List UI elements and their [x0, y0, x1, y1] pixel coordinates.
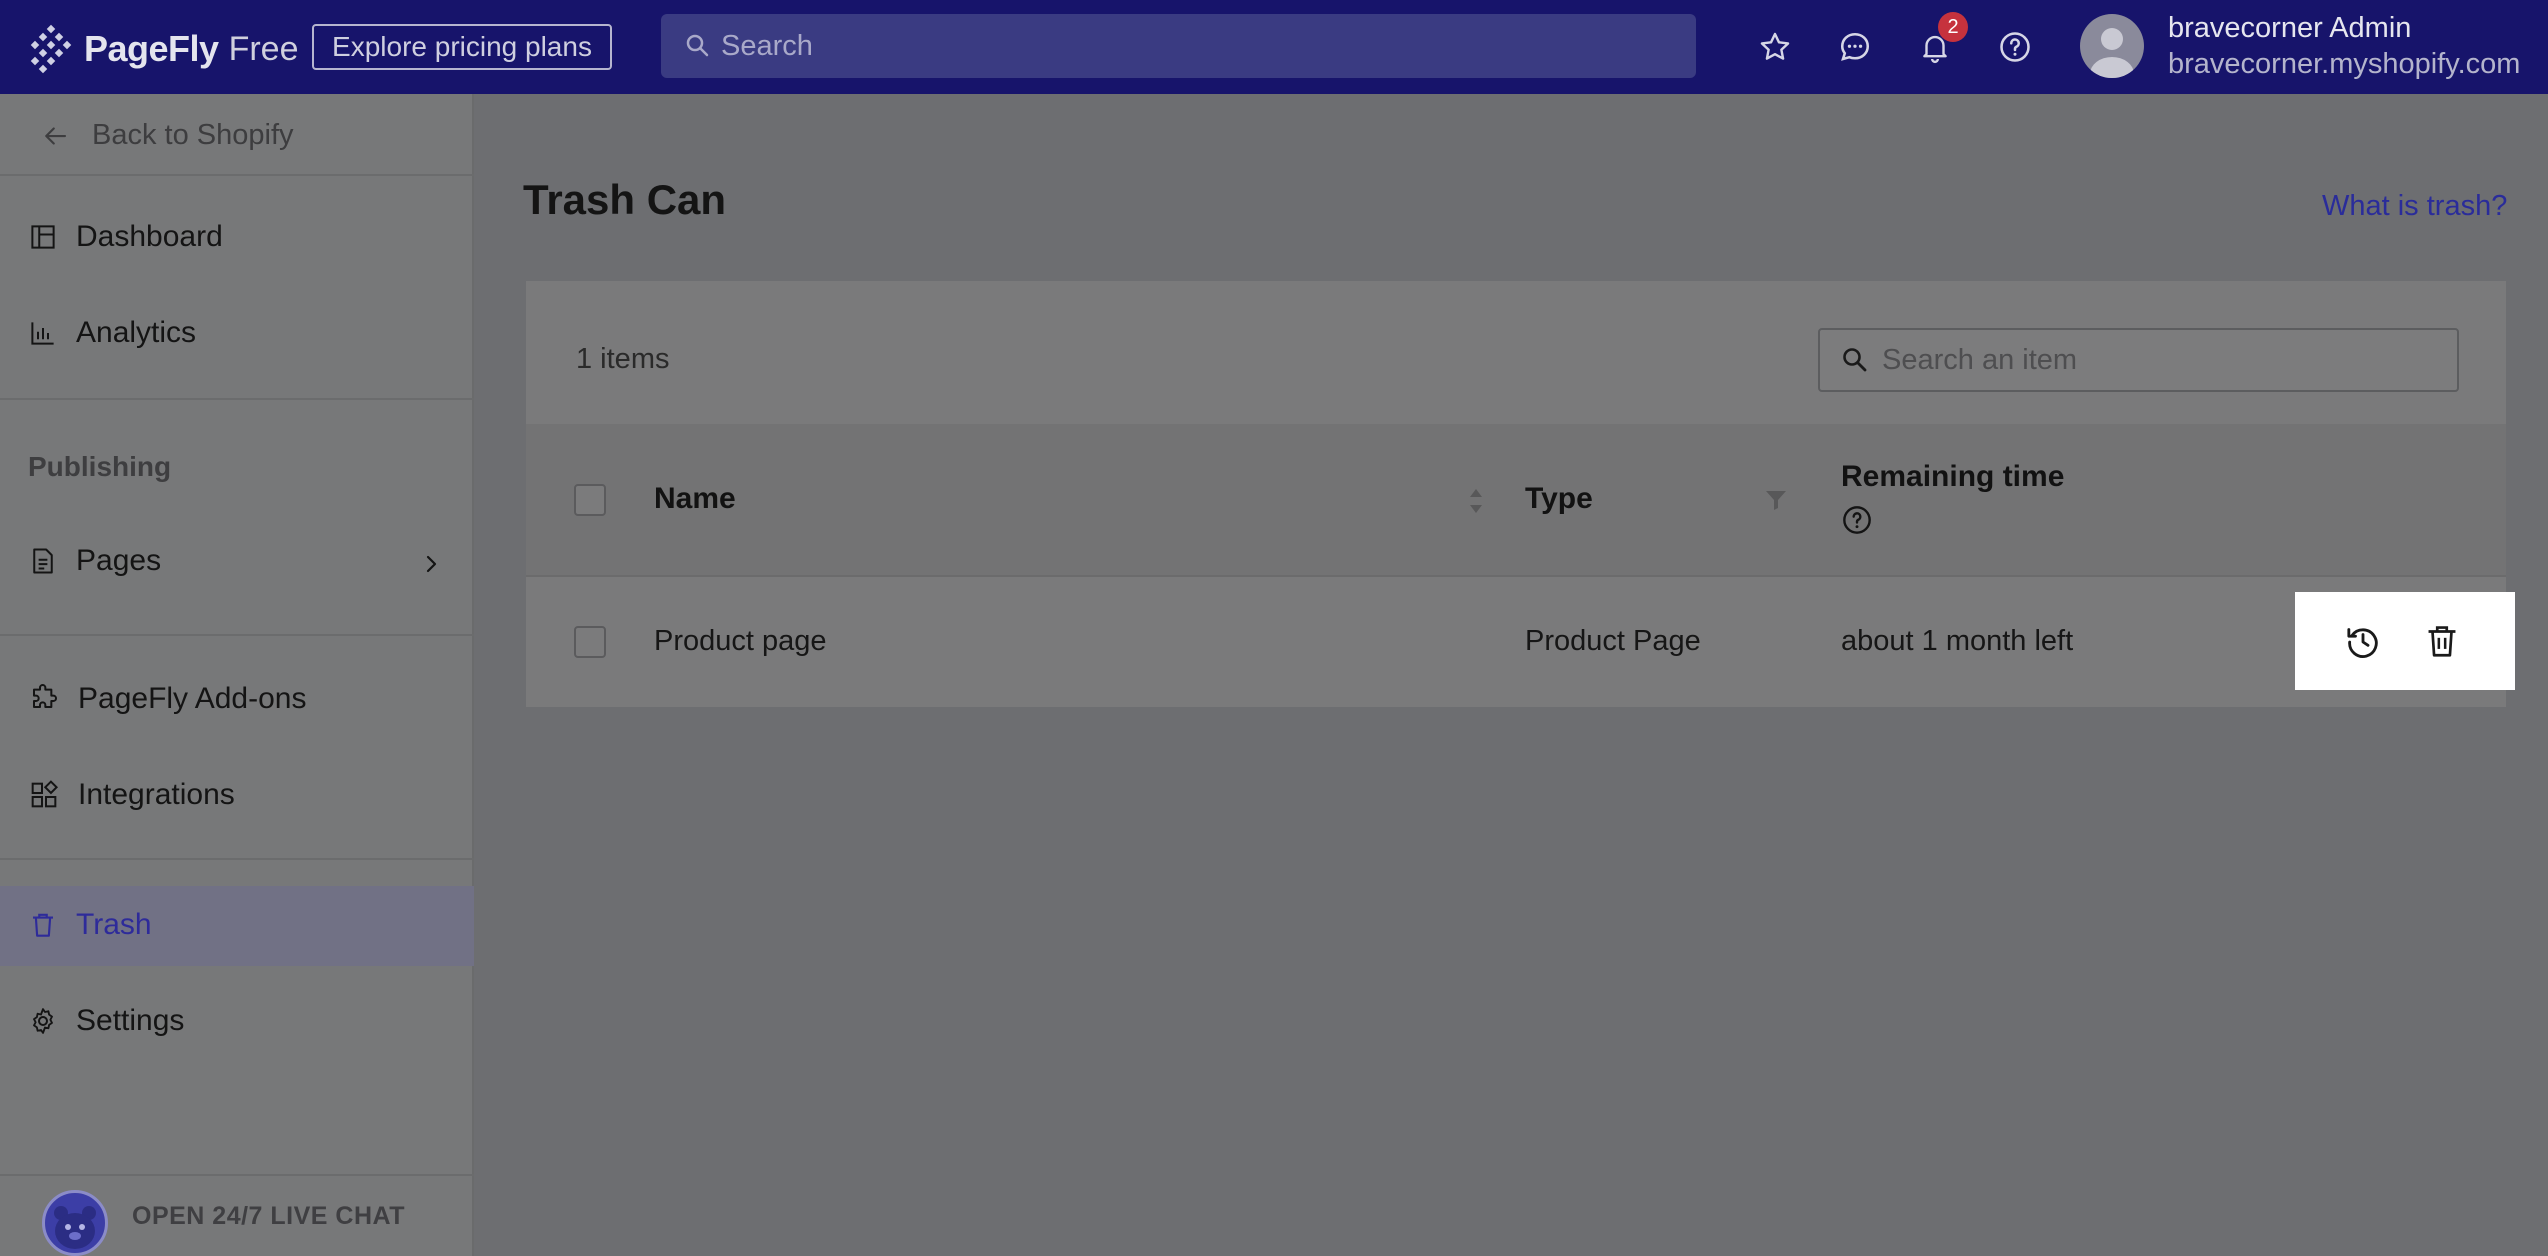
puzzle-icon: [33, 684, 57, 708]
table-header: Name Type Remaining time: [526, 424, 2506, 577]
trash-table-card: 1 items Search an item Name Type Remaini…: [526, 281, 2506, 707]
divider: [0, 398, 474, 400]
sidebar-item-label: Settings: [76, 1004, 185, 1037]
global-search-placeholder: Search: [721, 29, 813, 62]
dashboard-icon: [31, 225, 55, 249]
user-store[interactable]: bravecorner.myshopify.com: [2168, 48, 2520, 81]
pagefly-logo[interactable]: PageFly Free: [26, 24, 298, 74]
sidebar-item-label: Integrations: [78, 778, 235, 811]
back-label: Back to Shopify: [92, 119, 294, 151]
explore-pricing-button[interactable]: Explore pricing plans: [312, 24, 612, 70]
section-publishing: Publishing: [28, 451, 172, 482]
pagefly-logo-icon: [30, 24, 72, 74]
live-chat-label: OPEN 24/7 LIVE CHAT: [132, 1202, 405, 1230]
sidebar-item-dashboard[interactable]: Dashboard: [28, 220, 223, 254]
back-to-shopify-link[interactable]: Back to Shopify: [40, 119, 294, 152]
live-chat-button[interactable]: OPEN 24/7 LIVE CHAT: [0, 1174, 474, 1256]
search-icon: [1843, 348, 1867, 372]
avatar[interactable]: [2080, 14, 2144, 78]
delete-icon[interactable]: [2423, 622, 2461, 660]
sidebar-item-label: Dashboard: [76, 220, 223, 253]
sidebar-item-label: Trash: [76, 908, 152, 941]
restore-icon[interactable]: [2343, 622, 2383, 662]
search-icon: [686, 34, 709, 57]
table-row[interactable]: Product page Product Page about 1 month …: [526, 577, 2506, 707]
analytics-icon: [31, 322, 54, 345]
row-remaining-time: about 1 month left: [1841, 625, 2074, 657]
top-bar: PageFly Free Explore pricing plans Searc…: [0, 0, 2548, 94]
search-item-input[interactable]: Search an item: [1818, 328, 2459, 392]
what-is-trash-link[interactable]: What is trash?: [2322, 190, 2507, 223]
chat-mascot-icon: [42, 1190, 108, 1256]
sidebar-item-pages[interactable]: Pages: [28, 544, 161, 578]
column-header-type[interactable]: Type: [1525, 482, 1593, 516]
gear-icon: [33, 1008, 53, 1034]
divider: [0, 634, 474, 636]
sidebar-item-analytics[interactable]: Analytics: [28, 316, 196, 350]
global-search-input[interactable]: Search: [661, 14, 1696, 78]
row-name: Product page: [654, 625, 827, 657]
user-name[interactable]: bravecorner Admin: [2168, 12, 2411, 45]
row-actions: [2295, 592, 2515, 690]
sidebar-item-label: PageFly Add-ons: [78, 682, 307, 715]
items-count: 1 items: [576, 343, 670, 375]
column-header-name[interactable]: Name: [654, 482, 736, 516]
chat-icon[interactable]: [1832, 24, 1878, 70]
notification-badge: 2: [1938, 12, 1968, 42]
logo-plan: Free: [228, 29, 299, 68]
page-title: Trash Can: [523, 176, 727, 223]
sidebar-item-settings[interactable]: Settings: [28, 1004, 184, 1038]
chevron-right-icon[interactable]: [420, 549, 444, 579]
sidebar-item-trash[interactable]: Trash: [28, 908, 152, 942]
sort-icon[interactable]: [1468, 486, 1484, 516]
page-icon: [33, 548, 53, 574]
trash-icon: [33, 913, 53, 937]
arrow-left-icon: [45, 126, 67, 145]
divider: [0, 858, 474, 860]
column-header-remaining-time[interactable]: Remaining time: [1841, 460, 2064, 494]
sidebar-item-addons[interactable]: PageFly Add-ons: [28, 682, 306, 716]
sidebar-item-integrations[interactable]: Integrations: [28, 778, 235, 812]
sidebar: Back to Shopify Dashboard Analytics Publ…: [0, 94, 474, 1256]
divider: [0, 174, 474, 176]
integrations-icon: [31, 780, 59, 808]
help-icon[interactable]: [1992, 24, 2038, 70]
star-icon[interactable]: [1752, 24, 1798, 70]
help-icon[interactable]: [1841, 504, 1873, 536]
filter-icon[interactable]: [1764, 488, 1788, 512]
select-all-checkbox[interactable]: [574, 484, 606, 516]
table-toolbar: 1 items Search an item: [526, 281, 2506, 424]
sidebar-item-label: Analytics: [76, 316, 197, 349]
row-type: Product Page: [1525, 625, 1701, 657]
row-checkbox[interactable]: [574, 626, 606, 658]
search-item-placeholder: Search an item: [1882, 343, 2078, 376]
logo-text: PageFly: [84, 28, 219, 69]
sidebar-item-label: Pages: [76, 544, 162, 577]
